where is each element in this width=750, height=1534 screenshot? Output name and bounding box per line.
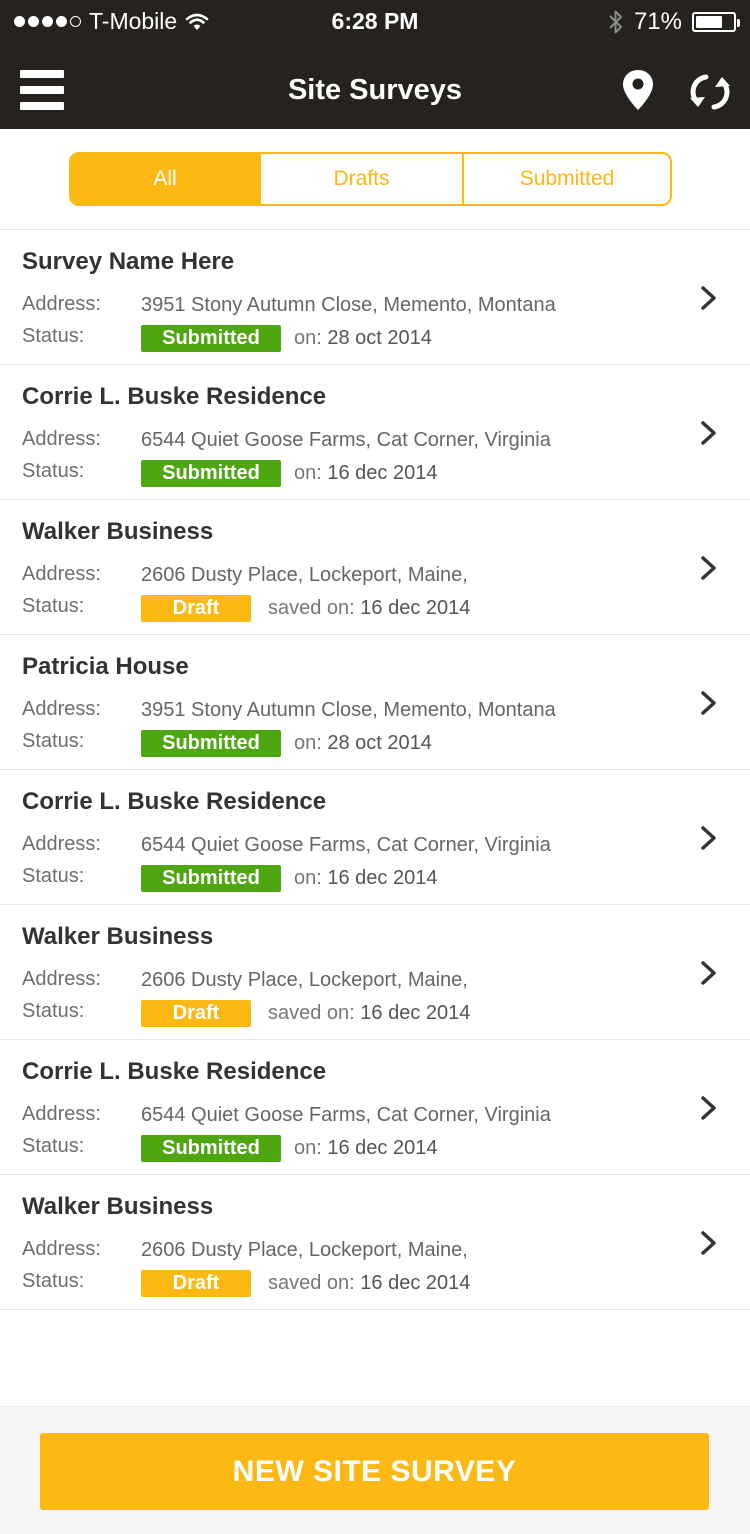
date-value: 16 dec 2014 (327, 462, 438, 484)
status-label: Status: (22, 865, 85, 887)
survey-row[interactable]: Walker Business Address: 2606 Dusty Plac… (0, 1175, 750, 1310)
address-label: Address: (22, 1103, 101, 1125)
survey-name: Corrie L. Buske Residence (22, 383, 327, 410)
status-badge: Draft (141, 1270, 251, 1297)
date-prefix: saved on: (268, 1002, 355, 1024)
tab-all[interactable]: All (71, 154, 261, 204)
survey-row[interactable]: Patricia House Address: 3951 Stony Autum… (0, 635, 750, 770)
status-badge: Submitted (141, 1135, 281, 1162)
status-badge: Draft (141, 1000, 251, 1027)
status-label: Status: (22, 730, 85, 752)
nav-bar: Site Surveys (0, 52, 750, 129)
survey-address: 3951 Stony Autumn Close, Memento, Montan… (141, 699, 556, 721)
survey-name: Walker Business (22, 923, 214, 950)
survey-name: Walker Business (22, 518, 214, 545)
survey-list: Survey Name Here Address: 3951 Stony Aut… (0, 229, 750, 1310)
status-date: on: 16 dec 2014 (294, 867, 437, 890)
date-value: 16 dec 2014 (360, 1272, 471, 1294)
status-date: saved on: 16 dec 2014 (268, 1002, 470, 1025)
survey-row[interactable]: Walker Business Address: 2606 Dusty Plac… (0, 905, 750, 1040)
app-screen: T-Mobile 6:28 PM 71% Site Surveys All Dr… (0, 0, 750, 1534)
status-bar-right: 71% (608, 8, 740, 36)
survey-name: Corrie L. Buske Residence (22, 1058, 327, 1085)
status-bar: T-Mobile 6:28 PM 71% (0, 0, 750, 40)
address-label: Address: (22, 293, 101, 315)
location-pin-icon[interactable] (620, 68, 656, 112)
bluetooth-icon (609, 10, 622, 34)
top-bar: T-Mobile 6:28 PM 71% Site Surveys (0, 0, 750, 129)
survey-row[interactable]: Survey Name Here Address: 3951 Stony Aut… (0, 230, 750, 365)
status-badge: Submitted (141, 730, 281, 757)
date-prefix: on: (294, 327, 322, 349)
status-label: Status: (22, 1135, 85, 1157)
date-prefix: on: (294, 1137, 322, 1159)
survey-row[interactable]: Corrie L. Buske Residence Address: 6544 … (0, 1040, 750, 1175)
status-date: on: 28 oct 2014 (294, 327, 432, 350)
footer: NEW SITE SURVEY (0, 1406, 750, 1534)
survey-row[interactable]: Corrie L. Buske Residence Address: 6544 … (0, 770, 750, 905)
tab-submitted[interactable]: Submitted (464, 154, 670, 204)
battery-percent: 71% (633, 8, 682, 35)
chevron-right-icon (701, 1096, 716, 1120)
survey-row[interactable]: Corrie L. Buske Residence Address: 6544 … (0, 365, 750, 500)
chevron-right-icon (701, 421, 716, 445)
survey-row[interactable]: Walker Business Address: 2606 Dusty Plac… (0, 500, 750, 635)
status-date: saved on: 16 dec 2014 (268, 597, 470, 620)
date-value: 28 oct 2014 (327, 732, 432, 754)
status-date: on: 28 oct 2014 (294, 732, 432, 755)
address-label: Address: (22, 1238, 101, 1260)
address-label: Address: (22, 833, 101, 855)
date-prefix: on: (294, 462, 322, 484)
status-date: on: 16 dec 2014 (294, 1137, 437, 1160)
survey-address: 6544 Quiet Goose Farms, Cat Corner, Virg… (141, 1104, 551, 1126)
status-badge: Submitted (141, 865, 281, 892)
survey-name: Patricia House (22, 653, 189, 680)
survey-name: Survey Name Here (22, 248, 235, 275)
survey-name: Walker Business (22, 1193, 214, 1220)
survey-address: 3951 Stony Autumn Close, Memento, Montan… (141, 294, 556, 316)
status-label: Status: (22, 1270, 85, 1292)
date-prefix: saved on: (268, 1272, 355, 1294)
date-value: 16 dec 2014 (327, 1137, 438, 1159)
chevron-right-icon (701, 691, 716, 715)
chevron-right-icon (701, 1231, 716, 1255)
chevron-right-icon (701, 961, 716, 985)
status-badge: Submitted (141, 325, 281, 352)
date-value: 28 oct 2014 (327, 327, 432, 349)
address-label: Address: (22, 563, 101, 585)
survey-name: Corrie L. Buske Residence (22, 788, 327, 815)
new-site-survey-button[interactable]: NEW SITE SURVEY (40, 1433, 709, 1510)
status-label: Status: (22, 595, 85, 617)
status-badge: Draft (141, 595, 251, 622)
filter-segmented-control: All Drafts Submitted (69, 152, 672, 206)
date-value: 16 dec 2014 (360, 597, 471, 619)
sync-icon[interactable] (686, 70, 734, 114)
status-badge: Submitted (141, 460, 281, 487)
address-label: Address: (22, 968, 101, 990)
battery-icon (692, 12, 740, 32)
chevron-right-icon (701, 286, 716, 310)
status-date: on: 16 dec 2014 (294, 462, 437, 485)
date-prefix: on: (294, 732, 322, 754)
status-label: Status: (22, 1000, 85, 1022)
date-value: 16 dec 2014 (327, 867, 438, 889)
address-label: Address: (22, 698, 101, 720)
survey-address: 2606 Dusty Place, Lockeport, Maine, (141, 564, 468, 586)
survey-address: 6544 Quiet Goose Farms, Cat Corner, Virg… (141, 834, 551, 856)
status-date: saved on: 16 dec 2014 (268, 1272, 470, 1295)
status-label: Status: (22, 460, 85, 482)
date-prefix: on: (294, 867, 322, 889)
chevron-right-icon (701, 826, 716, 850)
date-prefix: saved on: (268, 597, 355, 619)
chevron-right-icon (701, 556, 716, 580)
date-value: 16 dec 2014 (360, 1002, 471, 1024)
address-label: Address: (22, 428, 101, 450)
survey-address: 2606 Dusty Place, Lockeport, Maine, (141, 1239, 468, 1261)
tab-drafts[interactable]: Drafts (261, 154, 464, 204)
survey-address: 6544 Quiet Goose Farms, Cat Corner, Virg… (141, 429, 551, 451)
status-label: Status: (22, 325, 85, 347)
survey-address: 2606 Dusty Place, Lockeport, Maine, (141, 969, 468, 991)
